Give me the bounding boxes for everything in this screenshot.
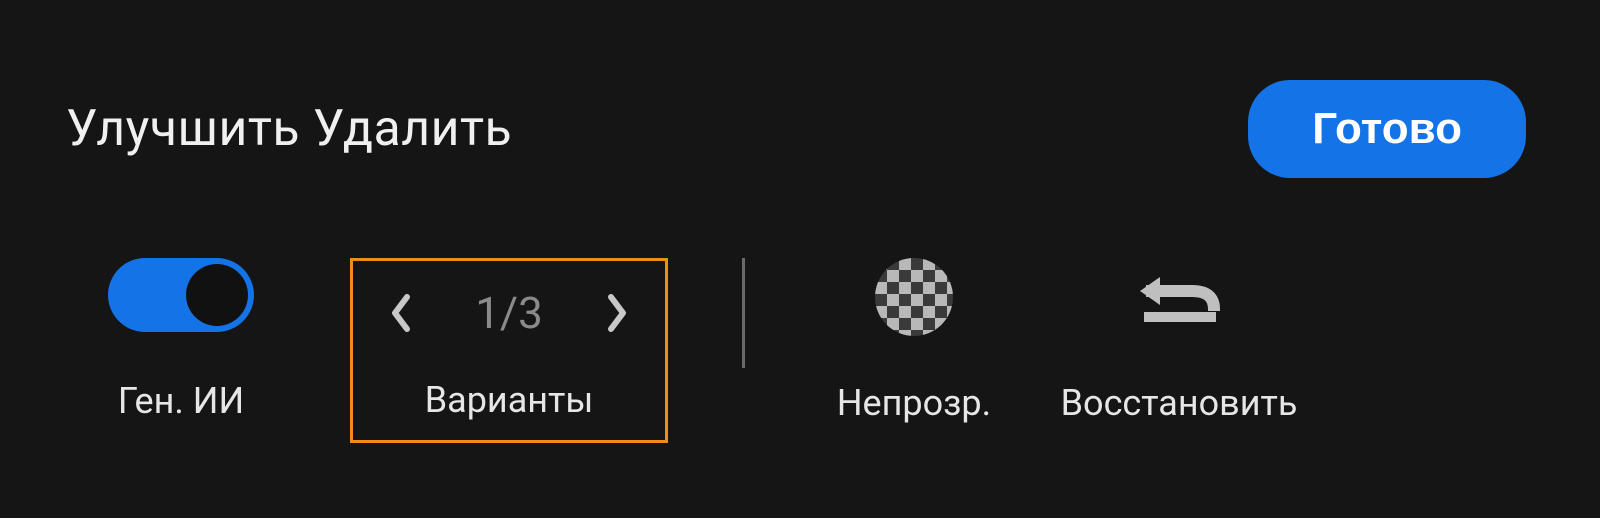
divider [742,258,745,368]
opacity-label: Непрозр. [837,382,991,425]
variants-next-button[interactable] [595,291,639,335]
gen-ai-group: Ген. ИИ [66,258,296,423]
reset-button[interactable] [1132,258,1226,336]
controls-row: Ген. ИИ 1/3 Варианты Непрозр. [0,178,1600,443]
done-button[interactable]: Готово [1248,80,1526,178]
variants-group: 1/3 Варианты [350,258,668,443]
variants-nav: 1/3 [379,287,639,339]
gen-ai-label: Ген. ИИ [118,380,244,423]
variants-label: Варианты [425,379,594,422]
reset-label: Восстановить [1061,382,1298,425]
gen-ai-toggle[interactable] [108,258,254,332]
chevron-left-icon [389,293,413,333]
opacity-group: Непрозр. [809,258,1019,425]
opacity-icon[interactable] [875,258,953,336]
reset-group: Восстановить [1049,258,1309,425]
variants-prev-button[interactable] [379,291,423,335]
header: Улучшить Удалить Готово [0,0,1600,178]
toggle-knob [186,264,248,326]
page-title: Улучшить Удалить [66,100,512,158]
variants-counter: 1/3 [475,287,543,339]
undo-icon [1132,267,1226,327]
chevron-right-icon [605,293,629,333]
